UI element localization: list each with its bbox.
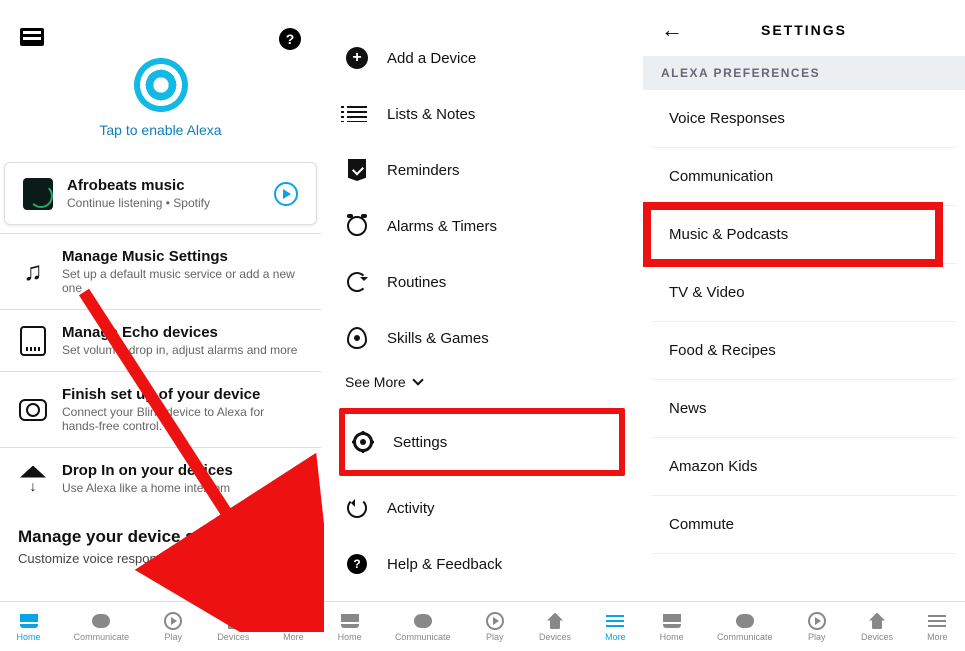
card-finish-setup[interactable]: Finish set up of your device Connect you… xyxy=(0,371,321,447)
row-routines[interactable]: Routines xyxy=(339,254,625,310)
item-music-podcasts[interactable]: Music & Podcasts xyxy=(651,206,957,264)
bottom-nav: Home Communicate Play Devices More xyxy=(643,601,965,651)
section-title: Manage your device settings xyxy=(18,527,303,547)
nav-communicate[interactable]: Communicate xyxy=(395,612,451,642)
card-drop-in[interactable]: Drop In on your devices Use Alexa like a… xyxy=(0,447,321,509)
nav-home[interactable]: Home xyxy=(338,612,362,642)
nav-play[interactable]: Play xyxy=(484,612,506,642)
item-news[interactable]: News xyxy=(651,380,957,438)
item-food-recipes[interactable]: Food & Recipes xyxy=(651,322,957,380)
nav-play[interactable]: Play xyxy=(162,612,184,642)
alexa-logo-icon[interactable] xyxy=(134,58,188,112)
reminder-icon xyxy=(348,159,366,181)
item-tv-video[interactable]: TV & Video xyxy=(651,264,957,322)
play-nav-icon xyxy=(808,612,826,630)
music-note-icon: ♫ xyxy=(23,256,43,287)
row-lists-notes[interactable]: Lists & Notes xyxy=(339,86,625,142)
card-title: Manage Echo devices xyxy=(62,324,303,341)
settings-screen: ← SETTINGS ALEXA PREFERENCES Voice Respo… xyxy=(643,0,965,651)
help-icon: ? xyxy=(347,554,367,574)
item-amazon-kids[interactable]: Amazon Kids xyxy=(651,438,957,496)
card-echo-devices[interactable]: Manage Echo devices Set volume, drop in,… xyxy=(0,309,321,371)
nav-devices[interactable]: Devices xyxy=(539,612,571,642)
home-screen: ? Tap to enable Alexa Afrobeats music Co… xyxy=(0,0,321,651)
chevron-down-icon xyxy=(412,374,423,385)
row-add-device[interactable]: + Add a Device xyxy=(339,30,625,86)
nav-devices[interactable]: Devices xyxy=(861,612,893,642)
row-help-feedback[interactable]: ? Help & Feedback xyxy=(339,536,625,592)
nav-communicate[interactable]: Communicate xyxy=(74,612,130,642)
echo-icon xyxy=(20,326,46,356)
item-commute[interactable]: Commute xyxy=(651,496,957,554)
activity-icon xyxy=(347,498,367,518)
nav-more[interactable]: More xyxy=(926,612,948,642)
bottom-nav: Home Communicate Play Devices More xyxy=(321,601,643,651)
communicate-icon xyxy=(92,614,110,628)
routine-icon xyxy=(347,272,367,292)
album-art-icon xyxy=(23,178,53,210)
home-icon xyxy=(663,614,681,628)
card-title: Afrobeats music xyxy=(67,177,260,194)
devices-icon xyxy=(225,613,241,629)
row-settings[interactable]: Settings xyxy=(339,408,625,476)
skills-icon xyxy=(347,327,367,349)
nav-more[interactable]: More xyxy=(282,612,304,642)
card-sub: Set volume, drop in, adjust alarms and m… xyxy=(62,343,303,357)
help-icon[interactable]: ? xyxy=(279,28,301,50)
card-title: Manage Music Settings xyxy=(62,248,303,265)
nav-more[interactable]: More xyxy=(604,612,626,642)
card-title: Drop In on your devices xyxy=(62,462,303,479)
row-reminders[interactable]: Reminders xyxy=(339,142,625,198)
row-skills-games[interactable]: Skills & Games xyxy=(339,310,625,366)
nav-play[interactable]: Play xyxy=(806,612,828,642)
nav-devices[interactable]: Devices xyxy=(217,612,249,642)
bottom-nav: Home Communicate Play Devices More xyxy=(0,601,321,651)
row-alarms-timers[interactable]: Alarms & Timers xyxy=(339,198,625,254)
plus-icon: + xyxy=(346,47,368,69)
nav-home[interactable]: Home xyxy=(17,612,41,642)
row-activity[interactable]: Activity xyxy=(339,480,625,536)
back-arrow-icon[interactable]: ← xyxy=(661,17,683,43)
list-icon xyxy=(347,106,367,122)
more-icon xyxy=(284,615,302,627)
more-icon xyxy=(606,615,624,627)
home-icon xyxy=(341,614,359,628)
card-sub: Continue listening • Spotify xyxy=(67,196,260,210)
section-header: ALEXA PREFERENCES xyxy=(643,56,965,90)
nav-communicate[interactable]: Communicate xyxy=(717,612,773,642)
play-icon[interactable] xyxy=(274,182,298,206)
card-sub: Use Alexa like a home intercom xyxy=(62,481,303,495)
gear-icon xyxy=(353,432,373,452)
card-sub: Connect your Blink device to Alexa for h… xyxy=(62,405,303,433)
tap-enable-link[interactable]: Tap to enable Alexa xyxy=(0,122,321,138)
drop-in-icon xyxy=(20,466,46,492)
devices-icon xyxy=(547,613,563,629)
more-icon xyxy=(928,615,946,627)
page-title: SETTINGS xyxy=(761,22,847,38)
card-afrobeats[interactable]: Afrobeats music Continue listening • Spo… xyxy=(4,162,317,225)
item-voice-responses[interactable]: Voice Responses xyxy=(651,90,957,148)
play-nav-icon xyxy=(164,612,182,630)
item-communication[interactable]: Communication xyxy=(651,148,957,206)
card-music-settings[interactable]: ♫ Manage Music Settings Set up a default… xyxy=(0,233,321,309)
devices-icon xyxy=(869,613,885,629)
card-title: Finish set up of your device xyxy=(62,386,303,403)
section-sub: Customize voice responses, adjust xyxy=(18,551,303,566)
nav-home[interactable]: Home xyxy=(660,612,684,642)
play-nav-icon xyxy=(486,612,504,630)
section-heading: Manage your device settings Customize vo… xyxy=(0,509,321,566)
alarm-icon xyxy=(347,216,367,236)
more-screen: + Add a Device Lists & Notes Reminders A… xyxy=(321,0,643,651)
communicate-icon xyxy=(414,614,432,628)
overflow-icon[interactable]: ⋮ xyxy=(277,549,301,567)
see-more-link[interactable]: See More xyxy=(339,366,625,404)
card-sub: Set up a default music service or add a … xyxy=(62,267,303,295)
home-icon xyxy=(20,614,38,628)
keyboard-icon[interactable] xyxy=(20,28,44,46)
camera-icon xyxy=(19,399,47,421)
communicate-icon xyxy=(736,614,754,628)
